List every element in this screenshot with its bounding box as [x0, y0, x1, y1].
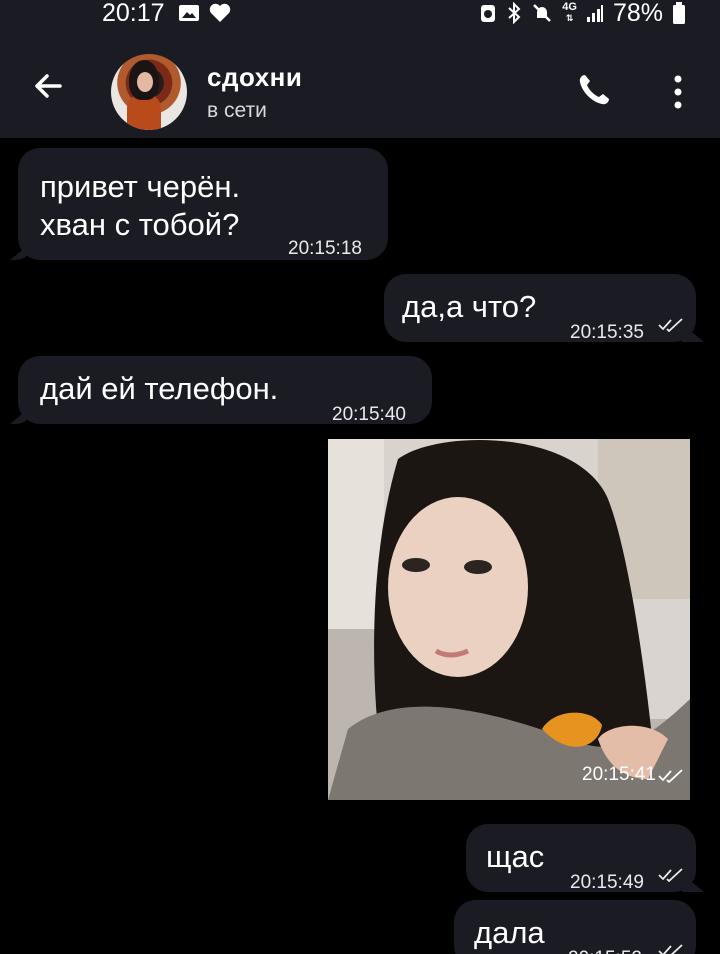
data-arrows: ⇅	[565, 13, 574, 23]
status-bar: 20:17 4G ⇅ 78%	[0, 0, 720, 26]
read-checkmarks-icon	[658, 944, 683, 954]
avatar-face	[137, 72, 153, 92]
message-text: щас	[486, 839, 545, 874]
message-time: 20:15:49	[570, 872, 644, 893]
message-outgoing[interactable]: да,а что? 20:15:35	[384, 274, 696, 343]
heart-icon	[209, 3, 231, 22]
network-label: 4G	[562, 1, 577, 13]
contact-status: в сети	[207, 99, 267, 122]
message-text: дай ей телефон.	[40, 371, 279, 406]
phone-icon[interactable]	[574, 70, 614, 110]
message-time: 20:15:52	[568, 940, 642, 954]
mute-icon	[533, 4, 552, 22]
status-right: 4G ⇅ 78%	[479, 0, 686, 26]
signal-icon	[586, 5, 603, 22]
read-checkmarks-icon	[658, 318, 683, 332]
message-time: 20:15:18	[288, 238, 362, 259]
photo-message-time: 20:15:41	[582, 764, 656, 785]
message-text: да,а что?	[402, 289, 537, 324]
photo-message[interactable]: 20:15:41	[328, 439, 690, 800]
more-options-icon[interactable]	[666, 72, 690, 112]
read-checkmarks-icon	[658, 769, 683, 783]
bluetooth-icon	[508, 2, 521, 24]
back-arrow-icon[interactable]	[26, 64, 70, 108]
4g-icon: 4G ⇅	[562, 2, 577, 24]
message-time: 20:15:40	[332, 404, 406, 425]
contact-avatar[interactable]	[111, 54, 187, 130]
image-icon	[179, 5, 199, 21]
message-incoming[interactable]: привет черён. хван с тобой? 20:15:18	[18, 148, 388, 260]
message-outgoing[interactable]: щас 20:15:49	[466, 824, 696, 893]
chat-header: сдохни в сети	[0, 26, 720, 138]
message-time: 20:15:35	[570, 322, 644, 343]
message-text: хван с тобой?	[40, 207, 240, 242]
status-time: 20:17	[102, 0, 165, 27]
battery-icon	[673, 2, 685, 24]
message-text: дала	[474, 915, 545, 950]
battery-percent: 78%	[612, 0, 663, 27]
message-list[interactable]: привет черён. хван с тобой? 20:15:18 да,…	[0, 138, 720, 954]
photo-image	[328, 439, 690, 800]
message-incoming[interactable]: дай ей телефон. 20:15:40	[18, 356, 432, 425]
contact-name[interactable]: сдохни	[207, 62, 302, 93]
read-checkmarks-icon	[658, 868, 683, 882]
status-left-icons	[178, 2, 232, 24]
message-outgoing[interactable]: дала 20:15:52	[454, 900, 696, 954]
message-text: привет черён.	[40, 169, 241, 204]
saver-icon	[481, 5, 496, 22]
